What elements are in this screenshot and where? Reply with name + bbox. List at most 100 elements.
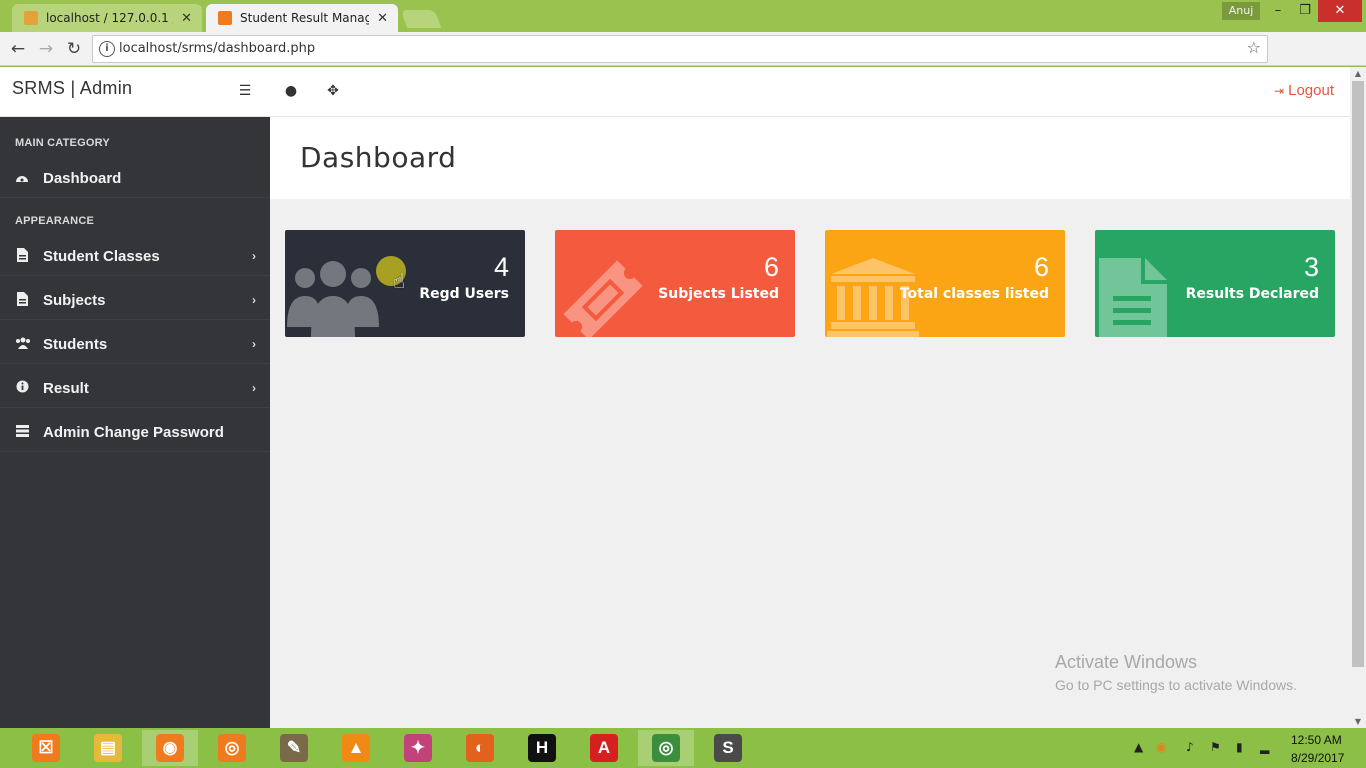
page-viewport: SRMS | Admin ☰ ● ✥ ⇥ Logout MAIN CATEGORY… (0, 67, 1350, 728)
card-label: Regd Users (419, 286, 509, 302)
fullscreen-icon[interactable]: ✥ (324, 82, 342, 100)
firefox-icon: ◐ (466, 734, 494, 762)
sidebar-divider (0, 319, 270, 320)
gimp-icon: ✎ (280, 734, 308, 762)
taskbar-app-gimp[interactable]: ✎ (266, 730, 322, 766)
xampp-favicon-icon (218, 11, 232, 25)
site-info-icon[interactable]: i (99, 41, 115, 57)
screen-recorder-icon: ◉ (156, 734, 184, 762)
browser-toolbar: ← → ↻ i localhost/srms/dashboard.php ☆ ⋮ (0, 32, 1366, 90)
taskbar-app-screen-recorder[interactable]: ◉ (142, 730, 198, 766)
card-label: Results Declared (1185, 286, 1319, 302)
taskbar-app-h-app[interactable]: H (514, 730, 570, 766)
file-icon (15, 247, 29, 265)
taskbar-app-xampp[interactable]: ☒ (18, 730, 74, 766)
flag-icon[interactable]: ⚑ (1210, 740, 1221, 754)
volume-icon[interactable]: ♪ (1186, 740, 1194, 754)
sidebar-item-subjects[interactable]: Subjects › (0, 282, 270, 318)
sidebar-item-result[interactable]: Result › (0, 370, 270, 406)
acrobat-icon: A (590, 734, 618, 762)
camera-icon: ◎ (218, 734, 246, 762)
users-icon (15, 337, 30, 352)
sidebar-divider (0, 275, 270, 276)
stat-card-results-declared[interactable]: 3 Results Declared (1095, 230, 1335, 337)
chevron-right-icon: › (252, 293, 256, 307)
back-button[interactable]: ← (6, 37, 30, 61)
user-icon[interactable]: ● (282, 82, 300, 100)
card-label: Total classes listed (899, 286, 1049, 302)
sidebar-divider (0, 407, 270, 408)
signal-icon[interactable]: ▂ (1260, 740, 1269, 754)
tray-xampp-icon[interactable]: ◉ (1156, 740, 1166, 754)
info-icon (15, 380, 29, 396)
scrollbar-thumb[interactable] (1352, 81, 1364, 667)
forward-button[interactable]: → (34, 37, 58, 61)
phpmyadmin-favicon-icon (24, 11, 38, 25)
hand-cursor-icon: ☝ (393, 269, 406, 293)
tab-student-result[interactable]: Student Result Managem ✕ (206, 4, 398, 32)
clock-time[interactable]: 12:50 AM (1291, 733, 1342, 747)
browser-titlebar: localhost / 127.0.0.1 / srr ✕ Student Re… (0, 0, 1366, 32)
sidebar-heading-main: MAIN CATEGORY (15, 137, 110, 149)
battery-icon[interactable]: ▮ (1236, 740, 1243, 754)
users-icon (287, 261, 379, 337)
tray-overflow-icon[interactable]: ▲ (1134, 740, 1143, 754)
ticket-icon (563, 260, 643, 337)
taskbar-app-firefox[interactable]: ◐ (452, 730, 508, 766)
minimize-button[interactable]: – (1264, 0, 1292, 22)
stat-card-subjects-listed[interactable]: 6 Subjects Listed (555, 230, 795, 337)
tab-label: Student Result Managem (240, 11, 370, 25)
sidebar-item-label: Students (43, 335, 108, 353)
tab-close-icon[interactable]: ✕ (377, 11, 388, 26)
taskbar-app-file-explorer[interactable]: ▤ (80, 730, 136, 766)
server-icon (15, 424, 29, 440)
tab-phpmyadmin[interactable]: localhost / 127.0.0.1 / srr ✕ (12, 4, 202, 32)
clock-date[interactable]: 8/29/2017 (1291, 751, 1344, 765)
sidebar-item-label: Student Classes (43, 247, 160, 265)
card-number: 6 (763, 252, 779, 282)
sidebar-item-student-classes[interactable]: Student Classes › (0, 238, 270, 274)
tab-close-icon[interactable]: ✕ (181, 11, 192, 26)
logout-label: Logout (1288, 82, 1334, 99)
taskbar-app-vlc[interactable]: ▲ (328, 730, 384, 766)
address-bar[interactable]: i localhost/srms/dashboard.php ☆ (92, 35, 1268, 63)
card-number: 4 (493, 252, 509, 282)
sidebar-item-students[interactable]: Students › (0, 326, 270, 362)
taskbar-app-sublime[interactable]: S (700, 730, 756, 766)
card-number: 6 (1033, 252, 1049, 282)
paint-icon: ✦ (404, 734, 432, 762)
bookmark-star-icon[interactable]: ☆ (1247, 38, 1261, 57)
card-number: 3 (1303, 252, 1319, 282)
close-window-button[interactable]: ✕ (1318, 0, 1362, 22)
reload-button[interactable]: ↻ (62, 37, 86, 61)
stat-card-total-classes[interactable]: 6 Total classes listed (825, 230, 1065, 337)
sidebar-divider (0, 451, 270, 452)
brand-title[interactable]: SRMS | Admin (12, 78, 132, 99)
taskbar-app-paint[interactable]: ✦ (390, 730, 446, 766)
taskbar-app-chrome[interactable]: ◎ (638, 730, 694, 766)
restore-button[interactable]: ❐ (1291, 0, 1319, 22)
sidebar-item-admin-change-password[interactable]: Admin Change Password (0, 414, 270, 450)
taskbar-app-camera[interactable]: ◎ (204, 730, 260, 766)
taskbar-app-acrobat[interactable]: A (576, 730, 632, 766)
content-header: Dashboard (270, 117, 1350, 199)
new-tab-button[interactable] (400, 10, 442, 28)
file-text-icon (1099, 258, 1167, 337)
page-scrollbar[interactable]: ▲ ▼ (1350, 67, 1366, 728)
page-title: Dashboard (300, 141, 457, 174)
card-label: Subjects Listed (658, 286, 779, 302)
chrome-icon: ◎ (652, 734, 680, 762)
profile-badge[interactable]: Anuj (1222, 2, 1260, 20)
chevron-right-icon: › (252, 381, 256, 395)
tab-label: localhost / 127.0.0.1 / srr (46, 11, 173, 25)
scroll-down-icon[interactable]: ▼ (1350, 717, 1366, 726)
sidebar-item-label: Admin Change Password (43, 423, 224, 441)
scroll-up-icon[interactable]: ▲ (1350, 69, 1366, 78)
logout-link[interactable]: ⇥ Logout (1274, 82, 1334, 99)
dashboard-icon (15, 171, 29, 186)
url-text[interactable]: localhost/srms/dashboard.php (119, 36, 315, 62)
sidebar-item-dashboard[interactable]: Dashboard (0, 160, 270, 196)
sidebar-toggle-icon[interactable]: ☰ (236, 82, 254, 100)
sidebar: MAIN CATEGORY Dashboard APPEARANCE Stude… (0, 117, 270, 728)
sidebar-item-label: Dashboard (43, 169, 122, 187)
